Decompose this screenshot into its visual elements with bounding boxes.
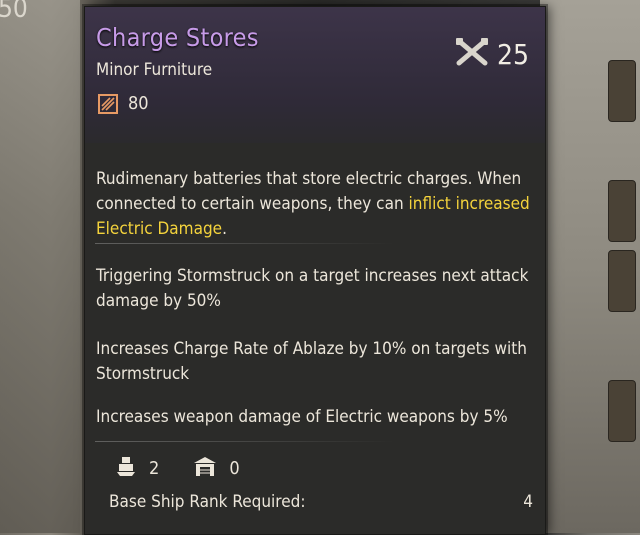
item-level-value: 25: [496, 37, 529, 71]
stat-value: 80: [128, 93, 149, 114]
storage-icon: [193, 455, 217, 482]
background-number: 50: [0, 0, 28, 24]
effect-3: Increases weapon damage of Electric weap…: [96, 407, 508, 427]
footer-stats: 2 0: [115, 455, 260, 482]
divider: [95, 441, 395, 442]
background-thumbnail[interactable]: [608, 250, 636, 312]
description-end: .: [222, 219, 227, 239]
item-title: Charge Stores: [96, 23, 259, 52]
background-thumbnail[interactable]: [608, 180, 636, 242]
item-category: Minor Furniture: [96, 60, 213, 80]
rank-value: 4: [523, 492, 533, 512]
ship-crew-icon: [115, 455, 137, 482]
crew-stat: 2: [115, 455, 159, 482]
storage-stat: 0: [193, 455, 240, 482]
background-right-panel: [540, 0, 640, 533]
divider: [95, 243, 395, 244]
rank-label: Base Ship Rank Required:: [109, 492, 306, 512]
item-description: Rudimenary batteries that store electric…: [96, 167, 536, 242]
background-thumbnail[interactable]: [608, 380, 636, 442]
background-thumbnail[interactable]: [608, 60, 636, 122]
crossed-cannons-icon: [455, 37, 489, 71]
crew-count: 2: [149, 458, 160, 479]
durability-icon: [98, 93, 118, 114]
item-tooltip: Charge Stores Minor Furniture 80 25 Rudi…: [84, 6, 546, 535]
effect-2: Increases Charge Rate of Ablaze by 10% o…: [96, 339, 527, 384]
storage-count: 0: [229, 458, 240, 479]
background-left: [0, 0, 80, 533]
effect-1: Triggering Stormstruck on a target incre…: [96, 266, 529, 311]
item-level: 25: [455, 37, 529, 71]
stat-row: 80: [98, 93, 149, 114]
